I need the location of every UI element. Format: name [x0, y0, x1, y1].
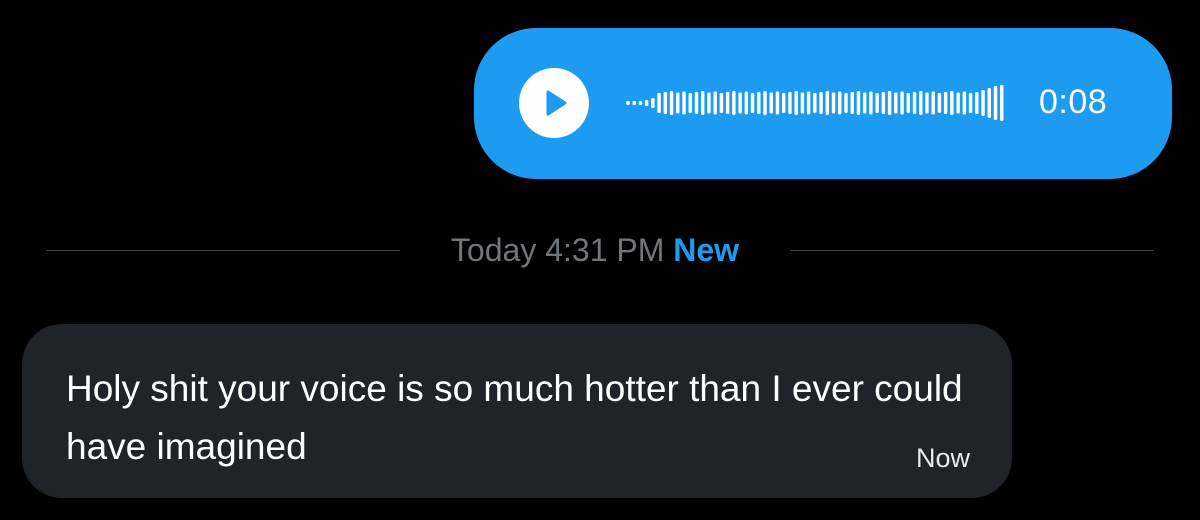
waveform-bar: [813, 93, 817, 113]
waveform-bar: [701, 91, 705, 115]
waveform-bar: [682, 91, 686, 115]
waveform-bar: [694, 92, 699, 114]
waveform-bar: [831, 92, 836, 114]
waveform-bar: [894, 92, 898, 114]
play-icon: [546, 90, 567, 116]
waveform-bar: [750, 93, 755, 113]
waveform-bar: [763, 91, 767, 115]
voice-message-bubble[interactable]: 0:08: [474, 28, 1172, 179]
new-messages-divider: Today 4:31 PM New: [0, 228, 1200, 272]
waveform-bar: [925, 92, 929, 114]
waveform-bar: [875, 93, 879, 113]
waveform-bar: [669, 91, 674, 115]
divider-timestamp: Today 4:31 PM: [450, 232, 665, 268]
waveform-bar: [919, 91, 923, 115]
waveform-bar: [950, 91, 954, 115]
waveform-bar: [844, 93, 848, 113]
waveform-bar: [651, 98, 655, 108]
waveform-bar: [632, 101, 636, 105]
waveform-bar: [806, 91, 811, 115]
waveform-bar: [657, 93, 661, 113]
voice-duration: 0:08: [1039, 83, 1108, 121]
waveform-bar: [975, 92, 979, 114]
waveform-bar: [626, 101, 630, 105]
waveform-bar: [644, 100, 649, 106]
new-badge: New: [673, 232, 740, 268]
waveform-bar: [943, 92, 948, 114]
waveform-bar: [825, 91, 830, 115]
message-text: Holy shit your voice is so much hotter t…: [66, 368, 963, 467]
waveform-bar: [800, 92, 805, 114]
waveform-bar: [987, 88, 991, 118]
waveform-bar: [912, 92, 917, 114]
waveform-bar: [719, 93, 724, 113]
waveform-icon[interactable]: [625, 83, 1005, 123]
waveform-bar: [781, 93, 786, 113]
waveform-bar: [856, 91, 861, 115]
waveform-bar: [788, 92, 792, 114]
play-button[interactable]: [519, 68, 589, 138]
divider-line-right: [790, 250, 1154, 251]
waveform-bar: [850, 92, 854, 114]
waveform-bar: [676, 92, 680, 114]
waveform-bar: [794, 91, 798, 115]
waveform-bar: [968, 93, 973, 113]
message-time: Now: [915, 443, 970, 473]
waveform-bar: [769, 92, 773, 114]
received-message-bubble[interactable]: Holy shit your voice is so much hotter t…: [22, 324, 1012, 498]
waveform-bar: [993, 86, 998, 120]
waveform-bar: [732, 91, 736, 115]
waveform-bar: [931, 91, 935, 115]
waveform-bar: [838, 91, 842, 115]
waveform-bar: [900, 91, 904, 115]
waveform-bar: [1000, 85, 1004, 121]
waveform-bar: [744, 91, 749, 115]
waveform-bar: [981, 90, 985, 116]
waveform-bar: [688, 93, 692, 113]
waveform-bar: [962, 91, 967, 115]
waveform-bar: [869, 91, 873, 115]
waveform-bar: [862, 92, 867, 114]
waveform-bar: [775, 91, 780, 115]
waveform-bar: [707, 92, 711, 114]
waveform-bar: [819, 92, 823, 114]
waveform-bar: [937, 93, 942, 113]
waveform-bar: [881, 92, 886, 114]
waveform-bar: [757, 92, 761, 114]
waveform-bar: [713, 91, 717, 115]
waveform-bar: [738, 92, 742, 114]
divider-label: Today 4:31 PM New: [400, 232, 790, 268]
waveform-bar: [956, 92, 960, 114]
divider-line-left: [46, 250, 400, 251]
waveform-bar: [906, 93, 910, 113]
waveform-bar: [725, 92, 730, 114]
dm-conversation: 0:08 Today 4:31 PM New Holy shit your vo…: [0, 0, 1200, 520]
waveform-bar: [638, 101, 643, 105]
waveform-bar: [663, 92, 668, 114]
waveform-bar: [887, 91, 892, 115]
